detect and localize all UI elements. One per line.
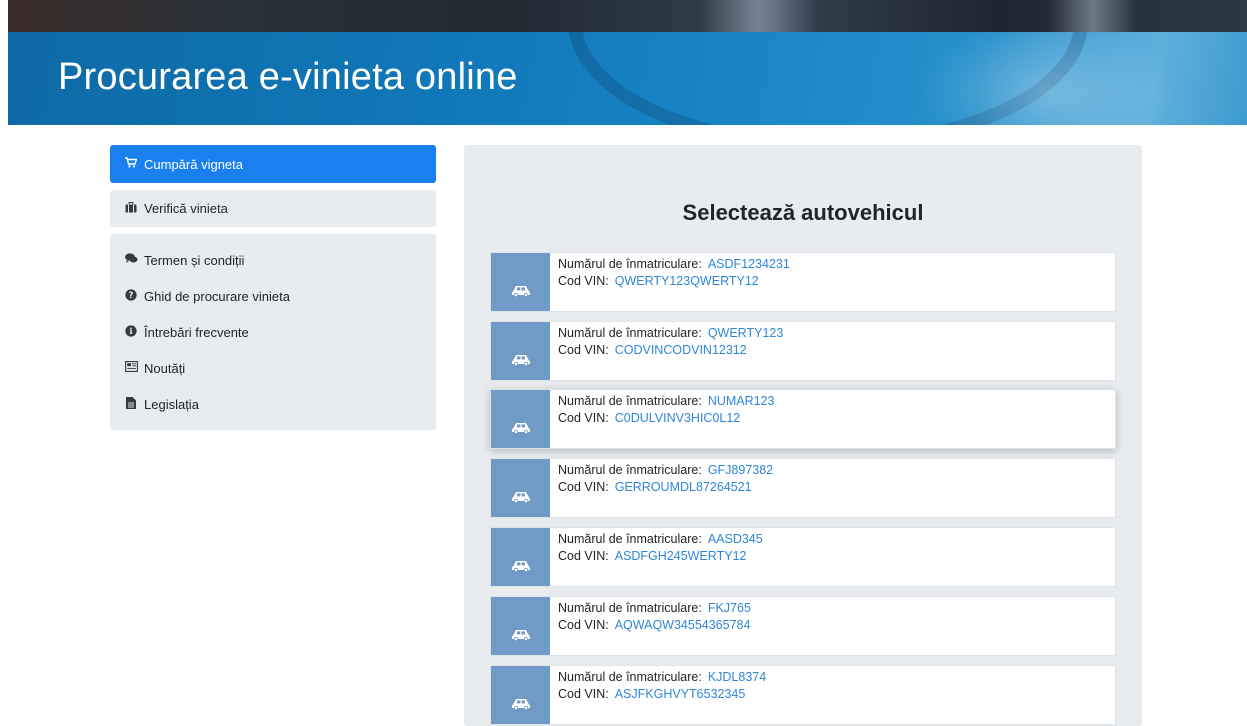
sidebar: Cumpără vigneta Verifică vinieta Termen …	[110, 145, 436, 430]
plate-label: Numărul de înmatriculare:	[558, 670, 702, 684]
cart-icon	[124, 157, 138, 171]
plate-label: Numărul de înmatriculare:	[558, 394, 702, 408]
vehicle-card[interactable]: Numărul de înmatriculare: GFJ897382 Cod V…	[490, 458, 1116, 518]
page-title: Procurarea e-vinieta online	[58, 56, 518, 98]
plate-label: Numărul de înmatriculare:	[558, 257, 702, 271]
question-circle-icon: ?	[124, 288, 138, 304]
svg-text:?: ?	[129, 291, 134, 301]
vin-label: Cod VIN:	[558, 343, 609, 357]
plate-label: Numărul de înmatriculare:	[558, 532, 702, 546]
car-icon	[491, 597, 550, 655]
vin-label: Cod VIN:	[558, 480, 609, 494]
comments-icon	[124, 253, 138, 267]
sidebar-item-label: Legislația	[144, 396, 199, 412]
info-circle-icon: i	[124, 324, 138, 340]
plate-label: Numărul de înmatriculare:	[558, 601, 702, 615]
file-icon	[124, 396, 138, 412]
vin-value: ASJFKGHVYT6532345	[614, 687, 746, 701]
vehicle-selection-panel: Selectează autovehicul Numărul de înmatr…	[464, 145, 1142, 726]
sidebar-item-label: Ghid de procurare vinieta	[144, 288, 290, 304]
car-icon	[491, 528, 550, 586]
plate-value: NUMAR123	[707, 394, 775, 408]
vehicle-card[interactable]: Numărul de înmatriculare: ASDF1234231 Cod…	[490, 252, 1116, 312]
sidebar-item-buy-vignette[interactable]: Cumpără vigneta	[110, 145, 436, 183]
vin-value: C0DULVINV3HIC0L12	[614, 411, 741, 425]
car-icon	[491, 459, 550, 517]
vin-label: Cod VIN:	[558, 411, 609, 425]
plate-value: QWERTY123	[707, 326, 784, 340]
plate-value: GFJ897382	[707, 463, 774, 477]
vehicle-card[interactable]: Numărul de înmatriculare: KJDL8374 Cod VI…	[490, 665, 1116, 725]
sidebar-item-label: Întrebări frecvente	[144, 324, 249, 340]
vin-value: GERROUMDL87264521	[614, 480, 752, 494]
vehicle-card[interactable]: Numărul de înmatriculare: AASD345 Cod VIN…	[490, 527, 1116, 587]
sidebar-item-label: Verifică vinieta	[144, 201, 228, 216]
vehicle-card[interactable]: Numărul de înmatriculare: FKJ765 Cod VIN:…	[490, 596, 1116, 656]
car-icon	[491, 322, 550, 380]
vin-label: Cod VIN:	[558, 274, 609, 288]
vin-value: ASDFGH245WERTY12	[614, 549, 747, 563]
car-icon	[491, 666, 550, 724]
vin-label: Cod VIN:	[558, 618, 609, 632]
sidebar-item-check-vignette[interactable]: Verifică vinieta	[110, 190, 436, 227]
panel-title: Selectează autovehicul	[682, 200, 924, 225]
sidebar-item-label: Cumpără vigneta	[144, 156, 243, 172]
sidebar-item-terms[interactable]: Termen și condiții	[110, 242, 436, 278]
vin-value: AQWAQW34554365784	[614, 618, 751, 632]
sidebar-item-label: Termen și condiții	[144, 252, 245, 268]
vehicle-card[interactable]: Numărul de înmatriculare: QWERTY123 Cod V…	[490, 321, 1116, 381]
vin-value: CODVINCODVIN12312	[614, 343, 747, 357]
briefcase-icon	[124, 201, 138, 216]
newspaper-icon	[124, 361, 138, 375]
vin-label: Cod VIN:	[558, 687, 609, 701]
plate-value: FKJ765	[707, 601, 751, 615]
plate-value: ASDF1234231	[707, 257, 790, 271]
plate-label: Numărul de înmatriculare:	[558, 463, 702, 477]
sidebar-item-news[interactable]: Noutăți	[110, 350, 436, 386]
vin-label: Cod VIN:	[558, 549, 609, 563]
car-icon	[491, 253, 550, 311]
vin-value: QWERTY123QWERTY12	[614, 274, 759, 288]
sidebar-item-legislation[interactable]: Legislația	[110, 386, 436, 422]
plate-label: Numărul de înmatriculare:	[558, 326, 702, 340]
sidebar-info-group: Termen și condiții ? Ghid de procurare v…	[110, 234, 436, 430]
plate-value: AASD345	[707, 532, 763, 546]
plate-value: KJDL8374	[707, 670, 767, 684]
hero-image-strip	[8, 0, 1247, 32]
vehicle-card[interactable]: Numărul de înmatriculare: NUMAR123 Cod VI…	[490, 389, 1116, 449]
sidebar-item-guide[interactable]: ? Ghid de procurare vinieta	[110, 278, 436, 314]
page-header: Procurarea e-vinieta online	[8, 32, 1247, 125]
sidebar-item-faq[interactable]: i Întrebări frecvente	[110, 314, 436, 350]
sidebar-item-label: Noutăți	[144, 360, 186, 376]
car-icon	[491, 390, 550, 448]
